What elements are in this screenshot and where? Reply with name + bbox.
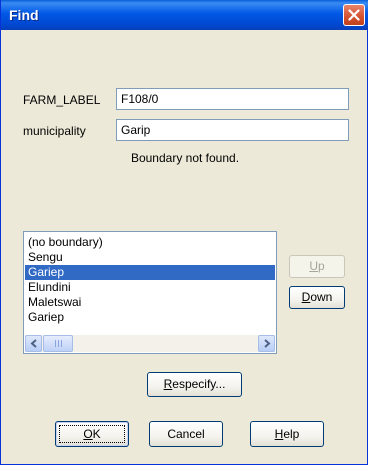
horizontal-scrollbar[interactable] xyxy=(25,335,275,352)
scroll-thumb[interactable] xyxy=(43,335,73,352)
up-button[interactable]: Up xyxy=(289,255,345,278)
municipality-label: municipality xyxy=(23,124,86,138)
ok-button[interactable]: OK xyxy=(55,421,129,447)
cancel-button[interactable]: Cancel xyxy=(149,421,223,447)
boundary-listbox[interactable]: (no boundary) Sengu Gariep Elundini Male… xyxy=(23,231,277,354)
close-icon xyxy=(348,9,360,21)
title-bar[interactable]: Find xyxy=(1,0,368,30)
scroll-left-button[interactable] xyxy=(25,335,42,352)
farm-label-label: FARM_LABEL xyxy=(23,93,101,107)
scroll-right-button[interactable] xyxy=(258,335,275,352)
find-dialog: Find FARM_LABEL F108/0 municipality Gari… xyxy=(0,0,368,465)
arrow-right-icon xyxy=(264,339,271,348)
help-button[interactable]: Help xyxy=(250,421,324,447)
close-button[interactable] xyxy=(343,4,365,26)
list-item[interactable]: Maletswai xyxy=(25,295,275,310)
list-item[interactable]: Elundini xyxy=(25,280,275,295)
arrow-left-icon xyxy=(30,339,37,348)
down-button[interactable]: Down xyxy=(289,286,345,309)
list-item[interactable]: (no boundary) xyxy=(25,235,275,250)
focus-indicator xyxy=(59,425,125,443)
list-item[interactable]: Sengu xyxy=(25,250,275,265)
status-message: Boundary not found. xyxy=(130,151,240,165)
list-item-selected[interactable]: Gariep xyxy=(25,265,275,280)
respecify-button[interactable]: Respecify... xyxy=(147,372,242,397)
window-title: Find xyxy=(9,7,39,23)
list-item[interactable]: Gariep xyxy=(25,310,275,325)
municipality-input[interactable]: Garip xyxy=(116,119,349,141)
farm-label-input[interactable]: F108/0 xyxy=(116,88,349,110)
